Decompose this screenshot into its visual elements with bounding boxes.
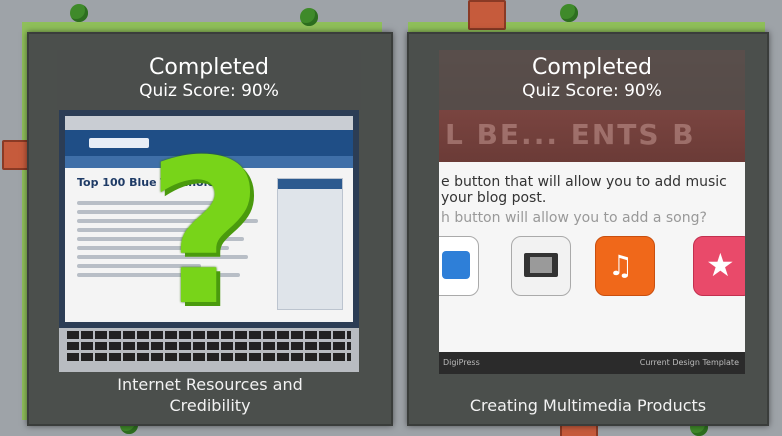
lesson-title: Internet Resources and Credibility — [117, 375, 303, 415]
question-text: e button that will allow you to add musi… — [441, 174, 727, 206]
question-subtext: h button will allow you to add a song? — [441, 210, 707, 226]
lesson-thumbnail: Top 100 Blue Technologies ? — [59, 110, 359, 372]
page-sidebar — [277, 178, 343, 310]
star-icon: ★ — [693, 236, 745, 296]
completion-overlay: Completed Quiz Score: 90% — [439, 50, 745, 110]
quiz-question-preview: e button that will allow you to add musi… — [439, 162, 745, 352]
photo-app-icon — [439, 236, 479, 296]
completion-overlay: Completed Quiz Score: 90% — [57, 50, 361, 110]
lesson-card-internet-resources[interactable]: Top 100 Blue Technologies ? Completed Qu… — [27, 32, 393, 426]
thumbnail-footer: DigiPress Current Design Template — [439, 352, 745, 374]
question-mark-icon: ? — [147, 117, 264, 350]
lesson-card-creating-multimedia[interactable]: L BE... ENTS B e button that will allow … — [407, 32, 769, 426]
film-icon — [511, 236, 571, 296]
site-logo — [89, 138, 149, 148]
music-icon: ♫ — [595, 236, 655, 296]
completion-status: Completed — [532, 55, 652, 80]
lesson-title: Creating Multimedia Products — [469, 396, 707, 415]
quiz-score: Quiz Score: 90% — [139, 81, 279, 101]
completion-status: Completed — [149, 55, 269, 80]
quiz-score: Quiz Score: 90% — [522, 81, 662, 101]
